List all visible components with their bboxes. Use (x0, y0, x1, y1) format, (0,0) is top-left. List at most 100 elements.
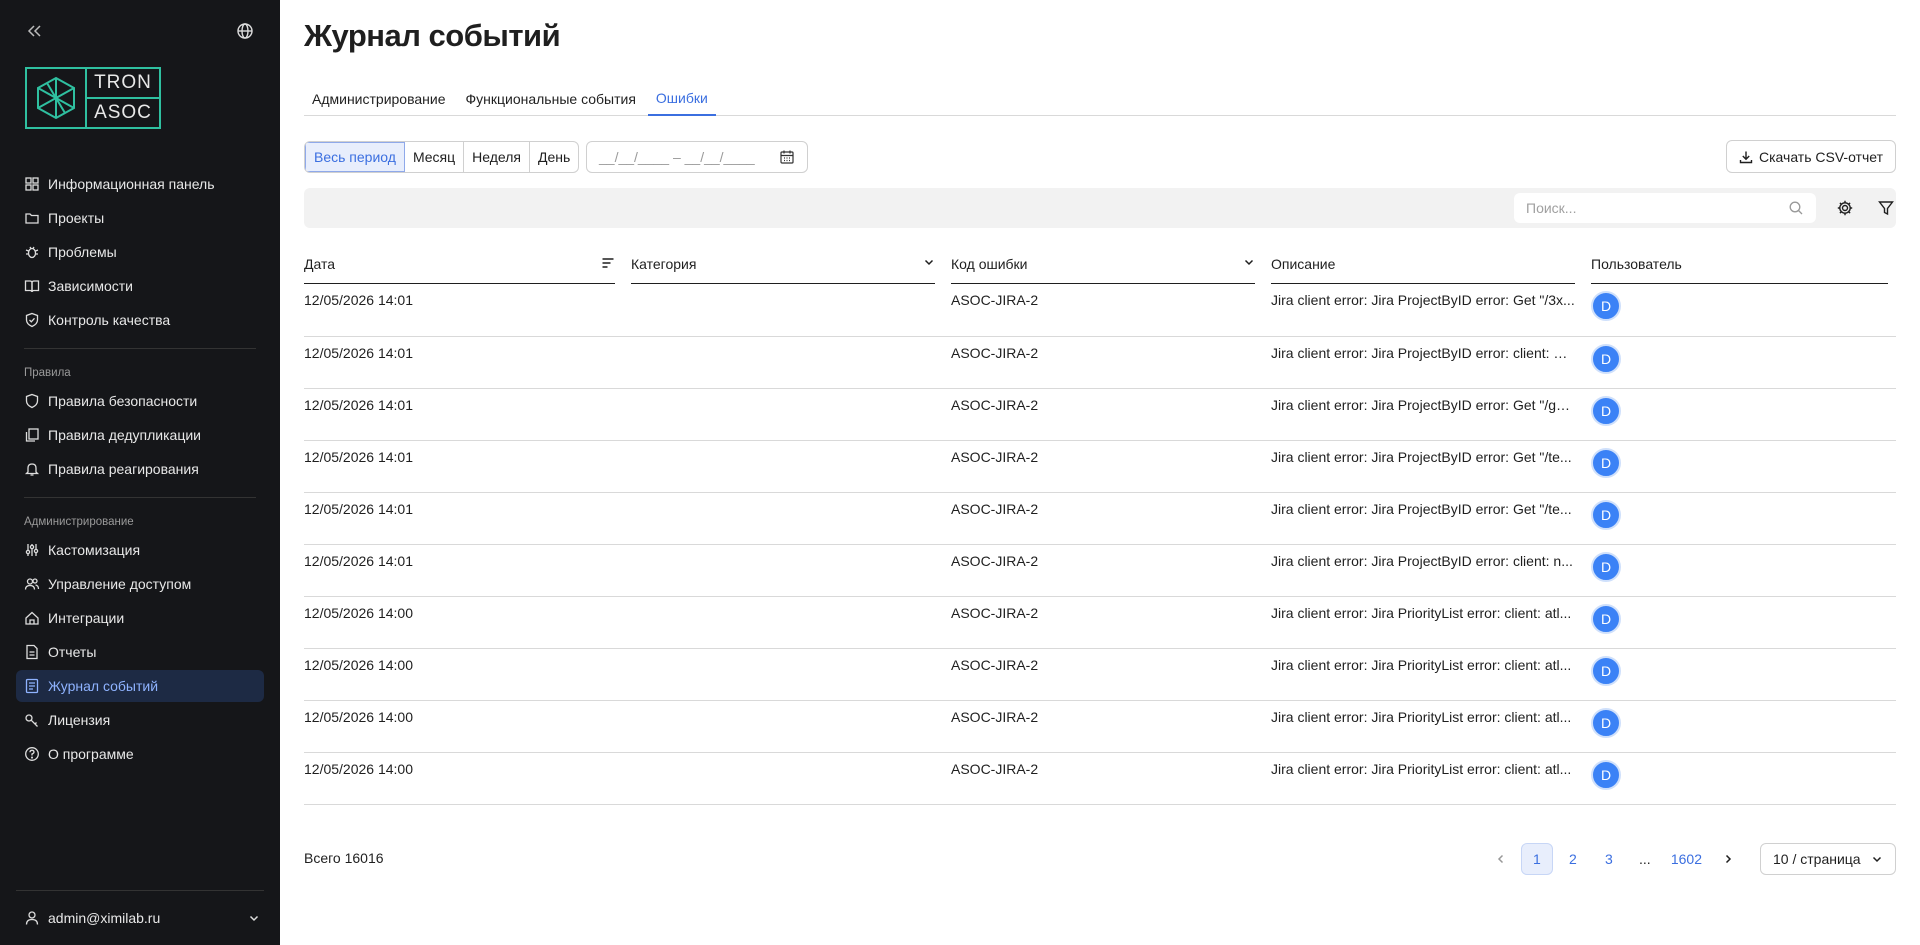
table-row[interactable]: 12/05/2026 14:01 ASOC-JIRA-2 Jira client… (304, 336, 1896, 389)
sidebar-item-quality[interactable]: Контроль качества (16, 304, 264, 336)
prev-page-button[interactable] (1485, 843, 1517, 875)
tab-errors[interactable]: Ошибки (647, 82, 716, 116)
cell-user: D (1591, 544, 1896, 597)
logo-cube-icon (27, 69, 87, 127)
cell-user: D (1591, 596, 1896, 649)
sidebar-item-integrations[interactable]: Интеграции (16, 602, 264, 634)
search-input[interactable] (1526, 200, 1788, 216)
cell-category (631, 492, 951, 545)
sidebar-item-label: Информационная панель (48, 176, 215, 192)
table-toolbar (304, 188, 1896, 228)
tab-functional-events[interactable]: Функциональные события (458, 82, 644, 116)
cell-category (631, 752, 951, 805)
period-week[interactable]: Неделя (464, 142, 530, 172)
sidebar-item-dashboard[interactable]: Информационная панель (16, 168, 264, 200)
sidebar-item-about[interactable]: О программе (16, 738, 264, 770)
cell-user: D (1591, 752, 1896, 805)
page-button[interactable]: 1602 (1665, 843, 1708, 875)
sidebar-item-license[interactable]: Лицензия (16, 704, 264, 736)
page-button[interactable]: 3 (1593, 843, 1625, 875)
avatar: D (1591, 447, 1621, 478)
table-row[interactable]: 12/05/2026 14:01 ASOC-JIRA-2 Jira client… (304, 544, 1896, 597)
chevron-down-icon (248, 912, 260, 924)
table-row[interactable]: 12/05/2026 14:01 ASOC-JIRA-2 Jira client… (304, 388, 1896, 441)
chevron-down-icon[interactable] (1243, 256, 1255, 268)
sidebar-item-label: Правила безопасности (48, 393, 198, 409)
cell-description: Jira client error: Jira ProjectByID erro… (1271, 284, 1591, 337)
search-box (1514, 193, 1816, 223)
search-icon[interactable] (1788, 200, 1804, 216)
page-button[interactable]: 1 (1520, 843, 1553, 875)
logo-text-top: TRON (87, 69, 159, 99)
tab-bar: Администрирование Функциональные события… (304, 82, 1896, 116)
gear-icon[interactable] (1836, 199, 1854, 217)
cell-description: Jira client error: Jira ProjectByID erro… (1271, 544, 1591, 597)
tab-administration[interactable]: Администрирование (304, 82, 454, 116)
date-range-input[interactable]: __/__/____ – __/__/____ (586, 141, 808, 173)
sidebar-item-customization[interactable]: Кастомизация (16, 534, 264, 566)
cell-error-code: ASOC-JIRA-2 (951, 388, 1271, 441)
sidebar-item-label: Журнал событий (48, 678, 159, 694)
table-row[interactable]: 12/05/2026 14:00 ASOC-JIRA-2 Jira client… (304, 648, 1896, 701)
collapse-sidebar-icon[interactable] (24, 20, 46, 42)
user-menu[interactable]: admin@ximilab.ru (16, 890, 264, 945)
table-row[interactable]: 12/05/2026 14:01 ASOC-JIRA-2 Jira client… (304, 284, 1896, 337)
download-icon (1739, 150, 1753, 164)
cell-description: Jira client error: Jira ProjectByID erro… (1271, 336, 1591, 389)
cell-user: D (1591, 648, 1896, 701)
globe-icon[interactable] (234, 20, 256, 42)
sidebar-item-access[interactable]: Управление доступом (16, 568, 264, 600)
sidebar-item-label: Контроль качества (48, 312, 171, 328)
table-row[interactable]: 12/05/2026 14:00 ASOC-JIRA-2 Jira client… (304, 596, 1896, 649)
period-month[interactable]: Месяц (405, 142, 465, 172)
sidebar-item-event-log[interactable]: Журнал событий (16, 670, 264, 702)
sidebar-item-issues[interactable]: Проблемы (16, 236, 264, 268)
sidebar-item-projects[interactable]: Проекты (16, 202, 264, 234)
page-size-value: 10 / страница (1773, 851, 1861, 867)
page-button[interactable]: 2 (1557, 843, 1589, 875)
table-row[interactable]: 12/05/2026 14:01 ASOC-JIRA-2 Jira client… (304, 492, 1896, 545)
log-icon (24, 678, 40, 694)
dashboard-icon (24, 176, 40, 192)
chevron-down-icon[interactable] (923, 256, 935, 268)
cell-date: 12/05/2026 14:01 (304, 544, 631, 597)
main-content: Журнал событий Администрирование Функцио… (304, 0, 1896, 945)
table-row[interactable]: 12/05/2026 14:01 ASOC-JIRA-2 Jira client… (304, 440, 1896, 493)
cell-error-code: ASOC-JIRA-2 (951, 492, 1271, 545)
period-day[interactable]: День (530, 142, 578, 172)
page-size-select[interactable]: 10 / страница (1760, 843, 1896, 875)
table-row[interactable]: 12/05/2026 14:00 ASOC-JIRA-2 Jira client… (304, 752, 1896, 805)
calendar-icon[interactable] (779, 149, 795, 165)
download-csv-button[interactable]: Скачать CSV-отчет (1726, 140, 1896, 173)
sidebar-item-dedup-rules[interactable]: Правила дедупликации (16, 419, 264, 451)
filter-icon[interactable] (1877, 199, 1895, 217)
pagination: 1 2 3 ... 1602 10 / страница (1481, 843, 1896, 875)
sidebar-item-dependencies[interactable]: Зависимости (16, 270, 264, 302)
cell-error-code: ASOC-JIRA-2 (951, 336, 1271, 389)
help-icon (24, 746, 40, 762)
logo-text-bottom: ASOC (94, 102, 152, 123)
sort-icon[interactable] (601, 256, 615, 270)
column-title: Описание (1271, 256, 1336, 272)
cell-error-code: ASOC-JIRA-2 (951, 700, 1271, 753)
sidebar-section-admin: Администрирование (24, 516, 134, 528)
cell-category (631, 700, 951, 753)
sidebar-item-security-rules[interactable]: Правила безопасности (16, 385, 264, 417)
errors-table: Дата Категория Код ошибки Описание Польз… (304, 252, 1896, 805)
page-ellipsis[interactable]: ... (1629, 843, 1661, 875)
avatar: D (1591, 395, 1621, 426)
sidebar-divider (24, 497, 256, 498)
cell-user: D (1591, 284, 1896, 337)
sidebar-item-reports[interactable]: Отчеты (16, 636, 264, 668)
table-header-row: Дата Категория Код ошибки Описание Польз… (304, 252, 1896, 284)
cell-category (631, 440, 951, 493)
cell-user: D (1591, 336, 1896, 389)
sidebar-item-response-rules[interactable]: Правила реагирования (16, 453, 264, 485)
cell-date: 12/05/2026 14:01 (304, 388, 631, 441)
next-page-button[interactable] (1712, 843, 1744, 875)
cell-description: Jira client error: Jira PriorityList err… (1271, 700, 1591, 753)
column-header-date: Дата (304, 252, 631, 284)
sidebar-item-label: Проблемы (48, 244, 117, 260)
period-all[interactable]: Весь период (305, 142, 405, 172)
table-row[interactable]: 12/05/2026 14:00 ASOC-JIRA-2 Jira client… (304, 700, 1896, 753)
